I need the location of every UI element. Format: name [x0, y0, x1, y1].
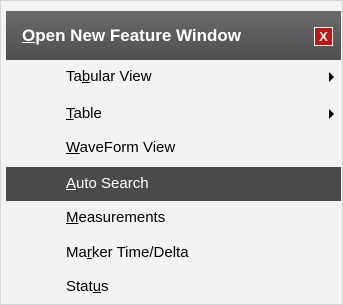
- mnemonic-u: u: [92, 278, 102, 295]
- mnemonic-b: b: [81, 68, 91, 85]
- menu-item-label: Status: [66, 278, 109, 295]
- menu-item-status[interactable]: Status: [6, 270, 341, 304]
- menu-item-marker-time-delta[interactable]: Marker Time/Delta: [6, 236, 341, 270]
- mnemonic-t: T: [66, 105, 74, 122]
- menu-item-label: Auto Search: [66, 175, 149, 192]
- menu-item-tabular-view[interactable]: Tabular View: [6, 60, 341, 94]
- menu-item-label: Table: [66, 105, 102, 122]
- mnemonic-w: W: [66, 139, 80, 156]
- close-button[interactable]: X: [314, 27, 333, 46]
- mnemonic-a: A: [66, 175, 77, 192]
- menu-title: Open New Feature Window: [22, 26, 241, 45]
- mnemonic-o: O: [22, 26, 36, 45]
- menu-item-auto-search[interactable]: Auto Search: [6, 167, 341, 201]
- menu-header[interactable]: Open New Feature Window X: [6, 11, 341, 60]
- menu-item-label: Marker Time/Delta: [66, 244, 189, 261]
- menu-item-table[interactable]: Table: [6, 97, 341, 131]
- mnemonic-m: M: [66, 209, 79, 226]
- menu-item-label: WaveForm View: [66, 139, 176, 156]
- feature-window-menu: Open New Feature Window X Tabular View T…: [0, 0, 343, 305]
- menu-item-measurements[interactable]: Measurements: [6, 201, 341, 235]
- submenu-arrow-icon: [329, 109, 334, 119]
- menu-item-label: Tabular View: [66, 68, 152, 85]
- submenu-arrow-icon: [329, 72, 334, 82]
- menu-item-waveform-view[interactable]: WaveForm View: [6, 131, 341, 165]
- menu-item-label: Measurements: [66, 209, 166, 226]
